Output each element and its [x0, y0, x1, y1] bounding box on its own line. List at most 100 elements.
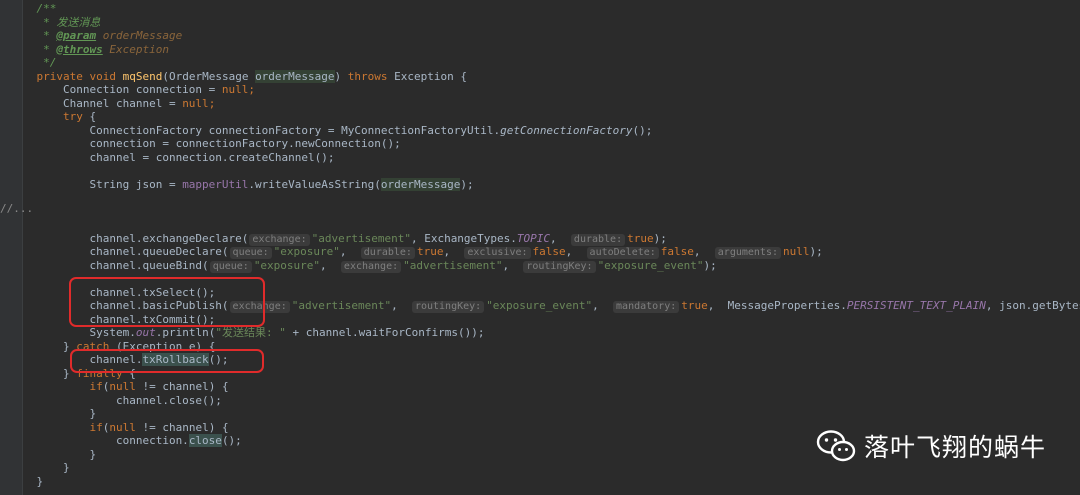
- code-line: * @param orderMessage: [10, 29, 182, 43]
- code-token: false: [532, 245, 566, 258]
- code-token: ;: [208, 96, 216, 110]
- code-line: Connection connection = null;: [10, 83, 255, 97]
- code-token: channel = connection.createChannel();: [10, 150, 335, 164]
- parameter-hint: durable:: [360, 247, 415, 259]
- code-line: try {: [10, 110, 96, 124]
- code-line: connection.close();: [10, 434, 242, 448]
- code-token: }: [10, 461, 70, 474]
- code-token: */: [10, 56, 57, 69]
- code-token: Connection connection =: [10, 83, 222, 96]
- code-line: String json = mapperUtil.writeValueAsStr…: [10, 177, 474, 192]
- code-token: ,: [565, 245, 586, 258]
- code-token: true: [681, 299, 708, 312]
- code-token: ,: [502, 258, 523, 272]
- code-token: }: [10, 407, 97, 420]
- code-token: mqSend: [122, 69, 163, 83]
- code-token: null: [182, 96, 209, 110]
- code-token: System.: [10, 326, 136, 339]
- code-line: connection = connectionFactory.newConnec…: [10, 137, 401, 151]
- code-token: ();: [632, 123, 653, 137]
- code-token: ,: [391, 299, 411, 312]
- code-token: orderMessage: [255, 69, 335, 83]
- code-token: ();: [221, 434, 242, 447]
- code-line: channel.exchangeDeclare(exchange: "advert…: [10, 232, 667, 246]
- code-token: ,: [693, 245, 714, 258]
- code-line: }: [10, 448, 96, 462]
- code-line: channel = connection.createChannel();: [10, 150, 335, 165]
- code-token: );: [653, 231, 667, 245]
- code-line: */: [10, 56, 56, 70]
- code-token: true: [416, 245, 444, 258]
- parameter-hint: autoDelete:: [586, 247, 659, 259]
- parameter-hint: arguments:: [714, 247, 781, 259]
- code-line: System.out.println("发送结果: " + channel.wa…: [10, 326, 485, 340]
- code-line: }: [10, 461, 70, 475]
- code-token: );: [703, 258, 717, 272]
- code-token: != channel) {: [142, 420, 229, 434]
- code-token: orderMessage: [96, 29, 183, 42]
- code-token: null: [221, 83, 249, 96]
- code-token: channel.close();: [10, 393, 222, 407]
- code-token: ): [334, 69, 348, 83]
- code-editor[interactable]: //... /** * 发送消息 * @param orderMessage *…: [0, 0, 1080, 495]
- code-token: @param: [56, 29, 97, 42]
- code-line: /**: [10, 2, 56, 16]
- parameter-hint: queue:: [209, 260, 252, 273]
- code-token: ,: [339, 245, 360, 258]
- parameter-hint: routingKey:: [411, 301, 485, 313]
- code-token: {: [89, 110, 97, 123]
- code-token: ,: [592, 299, 613, 312]
- watermark: 落叶飞翔的蜗牛: [816, 426, 1046, 466]
- code-token: }: [10, 339, 77, 353]
- code-token: throws: [347, 69, 395, 83]
- code-token: @throws: [56, 42, 103, 56]
- code-token: , json.getBytes());: [985, 299, 1080, 312]
- code-token: connection.: [10, 434, 189, 447]
- parameter-hint: routingKey:: [523, 260, 596, 273]
- code-token: null: [109, 380, 143, 393]
- parameter-hint: exclusive:: [464, 247, 531, 259]
- code-token: null: [109, 420, 143, 434]
- code-token: ;: [248, 83, 256, 96]
- code-line: Channel channel = null;: [10, 97, 215, 111]
- code-token: *: [10, 29, 57, 42]
- highlight-transaction-block: [69, 277, 265, 327]
- code-token: "advertisement": [403, 258, 503, 272]
- watermark-text: 落叶飞翔的蜗牛: [864, 433, 1047, 462]
- code-token: "exposure": [273, 245, 340, 258]
- code-token: getConnectionFactory: [500, 123, 633, 137]
- code-line: if(null != channel) {: [10, 380, 228, 394]
- parameter-hint: queue:: [229, 247, 272, 259]
- code-line: * 发送消息: [10, 16, 100, 30]
- code-token: ConnectionFactory connectionFactory = My…: [10, 123, 501, 137]
- code-token: close: [188, 434, 222, 447]
- code-token: }: [10, 474, 44, 488]
- code-token: "exposure_event": [597, 258, 704, 272]
- code-token: "发送结果: ": [215, 326, 286, 339]
- code-token: true: [627, 231, 654, 245]
- parameter-hint: durable:: [570, 233, 626, 246]
- parameter-hint: mandatory:: [613, 301, 680, 313]
- code-token: if: [89, 380, 103, 393]
- code-line: ConnectionFactory connectionFactory = My…: [10, 124, 652, 138]
- code-token: ,: [443, 245, 464, 258]
- code-token: PERSISTENT_TEXT_PLAIN: [846, 299, 986, 312]
- code-token: , ExchangeTypes.: [410, 231, 517, 245]
- code-token: if: [89, 420, 103, 434]
- highlight-rollback-call: [70, 349, 264, 373]
- folded-code-region[interactable]: //...: [0, 202, 33, 215]
- code-token: ,: [320, 258, 340, 272]
- code-token: null: [783, 245, 810, 258]
- code-token: connection = connectionFactory.newConnec…: [10, 137, 401, 150]
- code-token: Exception {: [394, 69, 468, 83]
- code-token: * 发送消息: [10, 15, 101, 29]
- code-token: orderMessage: [380, 177, 461, 191]
- code-token: "exposure": [253, 258, 321, 272]
- code-token: false: [660, 245, 694, 258]
- parameter-hint: exchange:: [340, 260, 402, 273]
- code-token: + channel.waitForConfirms());: [285, 326, 485, 339]
- code-token: channel.queueDeclare(: [10, 245, 229, 258]
- code-token: /**: [10, 2, 57, 15]
